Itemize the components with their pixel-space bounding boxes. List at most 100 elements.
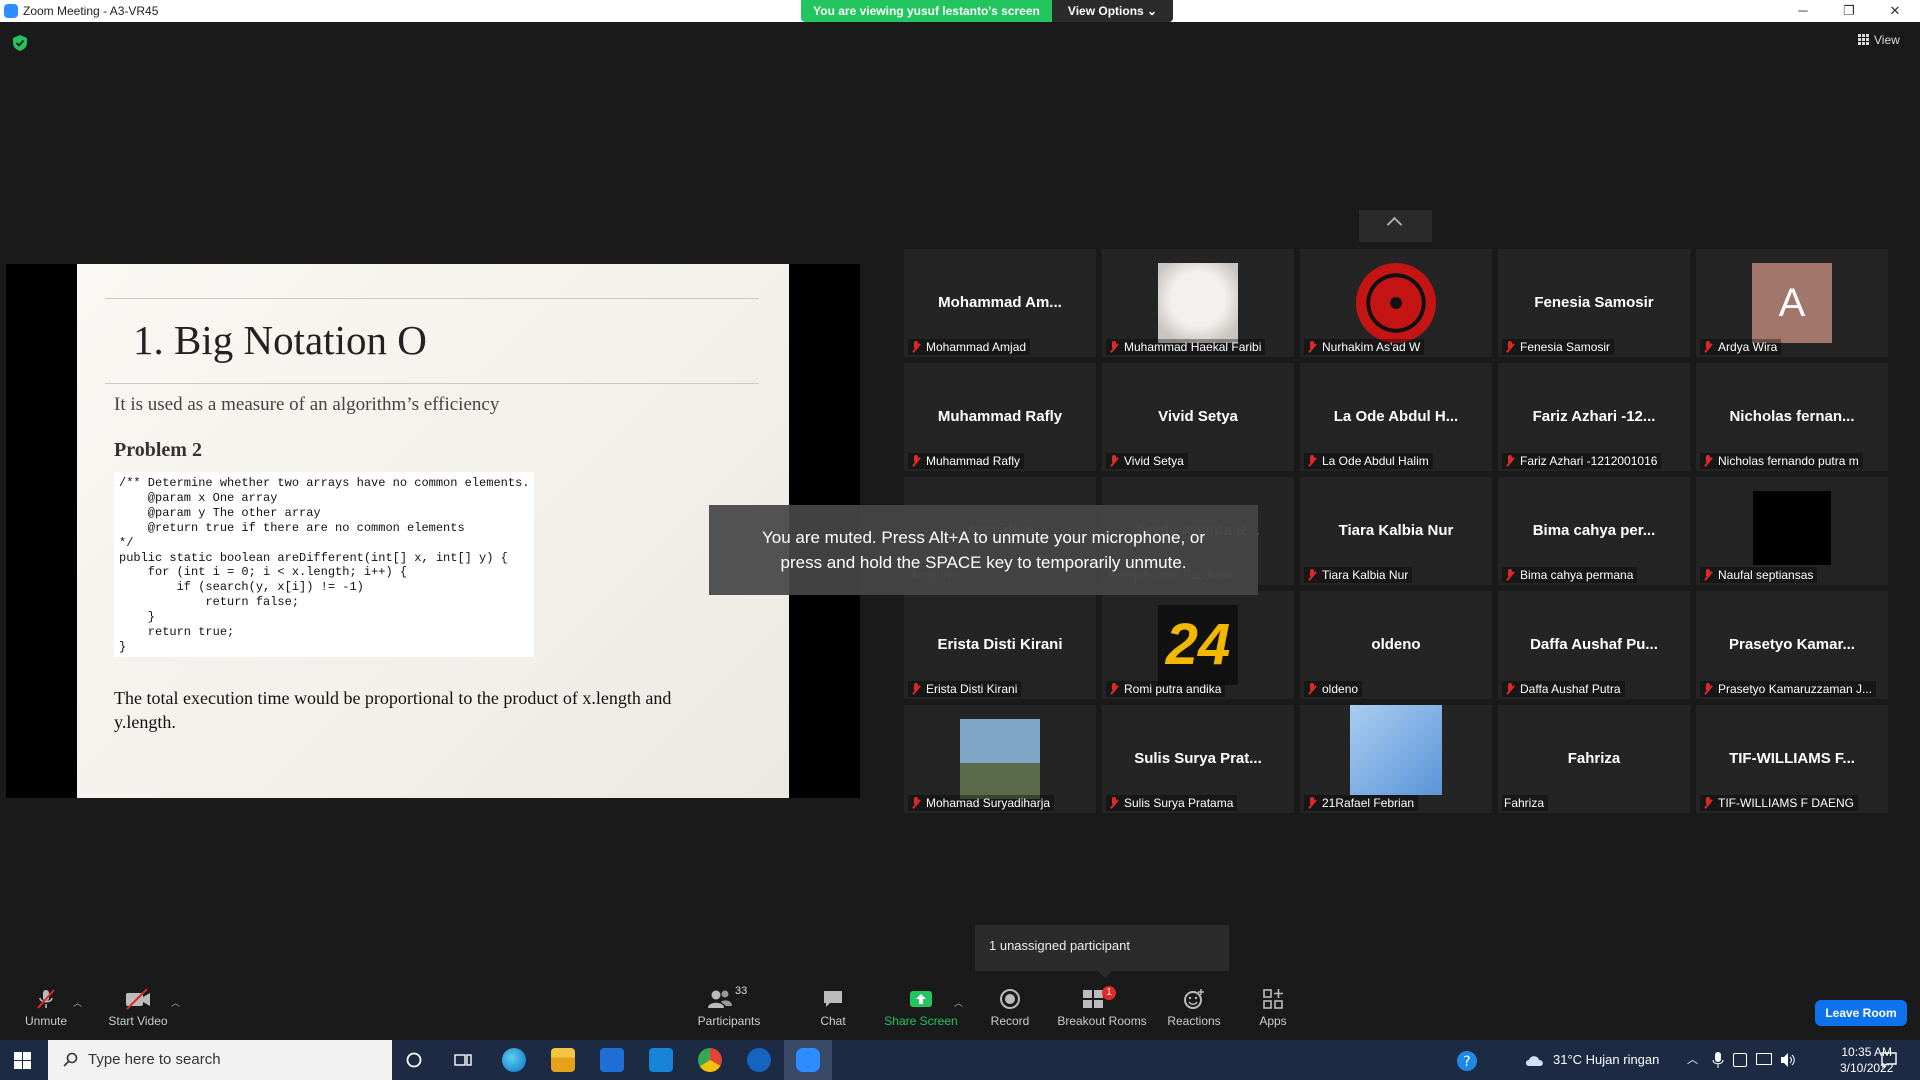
participant-tile[interactable]: Nurhakim As'ad W — [1300, 249, 1492, 357]
participant-tile[interactable]: Prasetyo Kamar... Prasetyo Kamaruzzaman J… — [1696, 591, 1888, 699]
video-off-icon — [126, 988, 150, 1010]
muted-mic-icon — [1306, 455, 1318, 467]
participant-name-text: La Ode Abdul Halim — [1322, 454, 1429, 468]
windows-start-icon[interactable] — [14, 1052, 31, 1069]
maximize-button[interactable]: ❐ — [1826, 0, 1872, 22]
muted-mic-icon — [1108, 455, 1120, 467]
participant-tile[interactable]: TIF-WILLIAMS F... TIF-WILLIAMS F DAENG — [1696, 705, 1888, 813]
title-bar: Zoom Meeting - A3-VR45 You are viewing y… — [0, 0, 1920, 22]
slide-footer-text: The total execution time would be propor… — [114, 688, 672, 732]
taskbar-search-box[interactable]: Type here to search — [48, 1040, 392, 1080]
share-screen-label: Share Screen — [884, 1014, 958, 1028]
view-options-button[interactable]: View Options ⌄ — [1052, 0, 1173, 22]
muted-mic-icon — [1702, 341, 1714, 353]
participant-tile[interactable]: Vivid Setya Vivid Setya — [1102, 363, 1294, 471]
participant-display-name: Fariz Azhari -12... — [1532, 408, 1656, 425]
participant-tile[interactable]: Mohammad Am... Mohammad Amjad — [904, 249, 1096, 357]
participants-button[interactable]: 33 Participants — [695, 985, 763, 1038]
participant-tile[interactable]: Mohamad Suryadiharja — [904, 705, 1096, 813]
view-layout-button[interactable]: View — [1858, 33, 1900, 47]
share-screen-icon — [910, 991, 932, 1007]
participant-name-label: Bima cahya permana — [1502, 567, 1638, 583]
participant-tile[interactable]: Fariz Azhari -12... Fariz Azhari -1212001… — [1498, 363, 1690, 471]
participant-name-text: Bima cahya permana — [1520, 568, 1634, 582]
minimize-button[interactable]: ─ — [1780, 0, 1826, 22]
slide-code-block: /** Determine whether two arrays have no… — [114, 472, 534, 657]
slide-divider — [105, 298, 759, 299]
microphone-tray-icon[interactable] — [1712, 1052, 1724, 1068]
chat-button[interactable]: Chat — [813, 988, 853, 1038]
file-explorer-icon[interactable] — [551, 1048, 575, 1072]
start-video-label: Start Video — [108, 1014, 168, 1028]
audio-options-caret-icon[interactable]: ︿ — [73, 996, 82, 1009]
muted-mic-icon — [1702, 797, 1714, 809]
notifications-icon[interactable] — [1880, 1051, 1898, 1069]
edge-browser-icon[interactable] — [502, 1048, 526, 1072]
muted-mic-icon — [1306, 569, 1318, 581]
share-options-caret-icon[interactable]: ︿ — [954, 996, 963, 1009]
share-screen-button[interactable]: Share Screen — [884, 988, 958, 1038]
teamviewer-icon[interactable] — [747, 1048, 771, 1072]
participant-name-label: Sulis Surya Pratama — [1106, 795, 1238, 811]
participant-tile[interactable]: 21Rafael Febrian — [1300, 705, 1492, 813]
participant-tile[interactable]: Sulis Surya Prat... Sulis Surya Pratama — [1102, 705, 1294, 813]
participant-tile[interactable]: Daffa Aushaf Pu... Daffa Aushaf Putra — [1498, 591, 1690, 699]
encryption-shield-icon[interactable] — [13, 35, 27, 51]
participant-tile[interactable]: La Ode Abdul H... La Ode Abdul Halim — [1300, 363, 1492, 471]
participant-avatar: A — [1752, 263, 1832, 343]
participant-tile[interactable]: oldeno oldeno — [1300, 591, 1492, 699]
participant-name-text: Fariz Azhari -1212001016 — [1520, 454, 1658, 468]
camera-tray-icon[interactable] — [1733, 1053, 1747, 1067]
muted-mic-icon — [910, 683, 922, 695]
breakout-rooms-badge: 1 — [1102, 986, 1116, 1000]
leave-room-button[interactable]: Leave Room — [1815, 1000, 1907, 1026]
participant-name-label: Tiara Kalbia Nur — [1304, 567, 1413, 583]
chrome-icon[interactable] — [698, 1048, 722, 1072]
record-button[interactable]: Record — [987, 988, 1033, 1038]
start-video-button[interactable]: Start Video — [105, 988, 171, 1038]
participant-display-name: Erista Disti Kirani — [937, 636, 1063, 653]
cortana-icon[interactable] — [406, 1052, 422, 1068]
participant-tile[interactable]: Muhammad Haekal Faribi — [1102, 249, 1294, 357]
slide-problem-heading: Problem 2 — [114, 439, 202, 461]
reactions-button[interactable]: Reactions — [1164, 988, 1224, 1038]
breakout-rooms-button[interactable]: 1 Breakout Rooms — [1057, 986, 1147, 1038]
task-view-icon[interactable] — [454, 1052, 472, 1068]
svg-text:?: ? — [1463, 1054, 1470, 1070]
participant-display-name: oldeno — [1371, 636, 1421, 653]
microsoft-store-icon[interactable] — [600, 1048, 624, 1072]
participant-tile[interactable]: Fenesia Samosir Fenesia Samosir — [1498, 249, 1690, 357]
participant-display-name: Nicholas fernan... — [1729, 408, 1855, 425]
muted-mic-icon — [1108, 683, 1120, 695]
apps-button[interactable]: Apps — [1255, 988, 1291, 1038]
participant-avatar — [1753, 491, 1831, 565]
participant-name-label: Prasetyo Kamaruzzaman J... — [1700, 681, 1877, 697]
chevron-up-icon — [1386, 216, 1403, 233]
participant-tile[interactable]: Bima cahya per... Bima cahya permana — [1498, 477, 1690, 585]
participant-tile[interactable]: 24 Romi putra andika — [1102, 591, 1294, 699]
network-icon[interactable] — [1756, 1053, 1772, 1065]
help-icon[interactable]: ? — [1456, 1050, 1478, 1072]
close-button[interactable]: ✕ — [1872, 0, 1918, 22]
show-hidden-icons-chevron-icon[interactable]: ︿ — [1687, 1040, 1698, 1080]
muted-mic-icon — [1108, 341, 1120, 353]
participant-tile[interactable]: Muhammad Rafly Muhammad Rafly — [904, 363, 1096, 471]
unmute-button[interactable]: Unmute — [20, 988, 72, 1038]
muted-mic-icon — [910, 797, 922, 809]
unassigned-participant-tooltip[interactable]: 1 unassigned participant — [975, 925, 1229, 978]
participant-tile[interactable]: Naufal septiansas — [1696, 477, 1888, 585]
zoom-taskbar-icon[interactable] — [796, 1048, 820, 1072]
mail-icon[interactable] — [649, 1048, 673, 1072]
participant-tile[interactable]: Fahriza Fahriza — [1498, 705, 1690, 813]
participant-tile[interactable]: Erista Disti Kirani Erista Disti Kirani — [904, 591, 1096, 699]
volume-icon[interactable] — [1780, 1052, 1796, 1068]
participant-tile[interactable]: Tiara Kalbia Nur Tiara Kalbia Nur — [1300, 477, 1492, 585]
gallery-page-up-button[interactable] — [1359, 210, 1432, 242]
participant-tile[interactable]: Nicholas fernan... Nicholas fernando putr… — [1696, 363, 1888, 471]
video-options-caret-icon[interactable]: ︿ — [171, 996, 180, 1009]
weather-text[interactable]: 31°C Hujan ringan — [1553, 1040, 1659, 1080]
muted-notification: You are muted. Press Alt+A to unmute you… — [709, 505, 1258, 595]
slide-subtitle: It is used as a measure of an algorithm’… — [114, 394, 500, 415]
participant-tile[interactable]: A Ardya Wira — [1696, 249, 1888, 357]
view-label: View — [1874, 33, 1900, 47]
